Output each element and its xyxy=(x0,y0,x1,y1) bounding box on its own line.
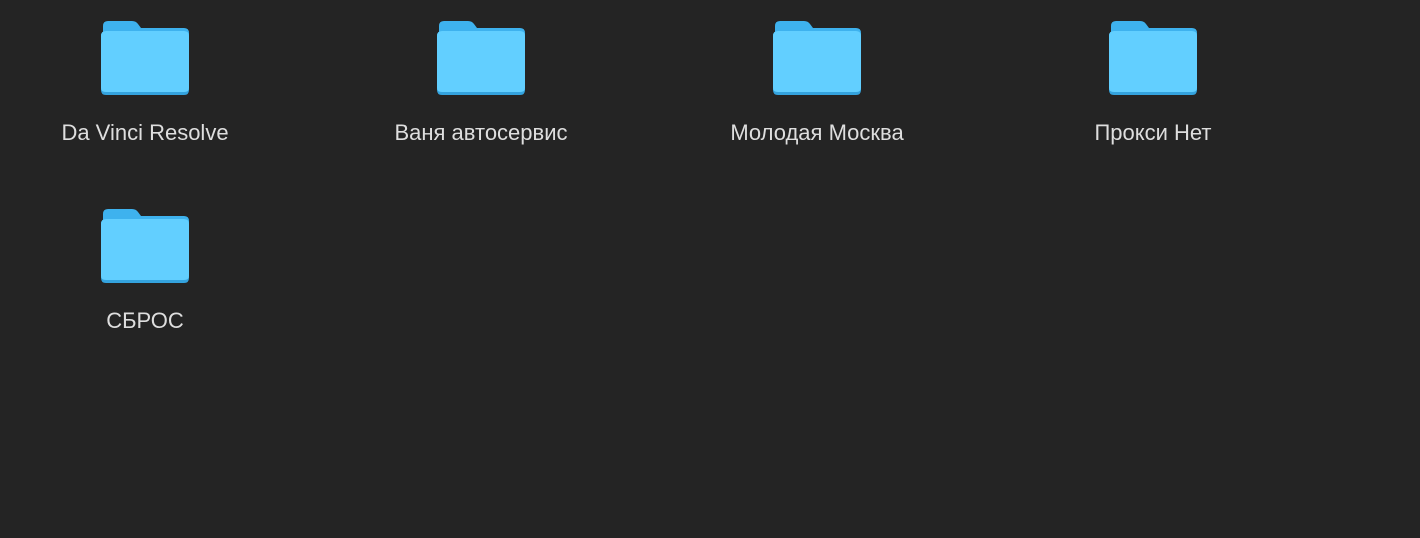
folder-label[interactable]: СБРОС xyxy=(25,306,265,336)
finder-window: Da Vinci Resolve Ваня автосервис Молодая… xyxy=(0,0,1420,538)
folder-item-sbros[interactable]: СБРОС xyxy=(25,188,265,338)
folder-icon xyxy=(773,21,861,95)
folder-item-vanya-avtoservis[interactable]: Ваня автосервис xyxy=(361,0,601,150)
folder-icon xyxy=(1109,21,1197,95)
folder-grid: Da Vinci Resolve Ваня автосервис Молодая… xyxy=(0,0,1420,538)
folder-item-da-vinci-resolve[interactable]: Da Vinci Resolve xyxy=(25,0,265,150)
folder-label[interactable]: Молодая Москва xyxy=(697,118,937,148)
folder-item-proksi-net[interactable]: Прокси Нет xyxy=(1033,0,1273,150)
folder-label[interactable]: Прокси Нет xyxy=(1033,118,1273,148)
folder-icon xyxy=(101,209,189,283)
folder-label[interactable]: Ваня автосервис xyxy=(361,118,601,148)
folder-label[interactable]: Da Vinci Resolve xyxy=(25,118,265,148)
folder-icon xyxy=(101,21,189,95)
folder-item-molodaya-moskva[interactable]: Молодая Москва xyxy=(697,0,937,150)
folder-icon xyxy=(437,21,525,95)
